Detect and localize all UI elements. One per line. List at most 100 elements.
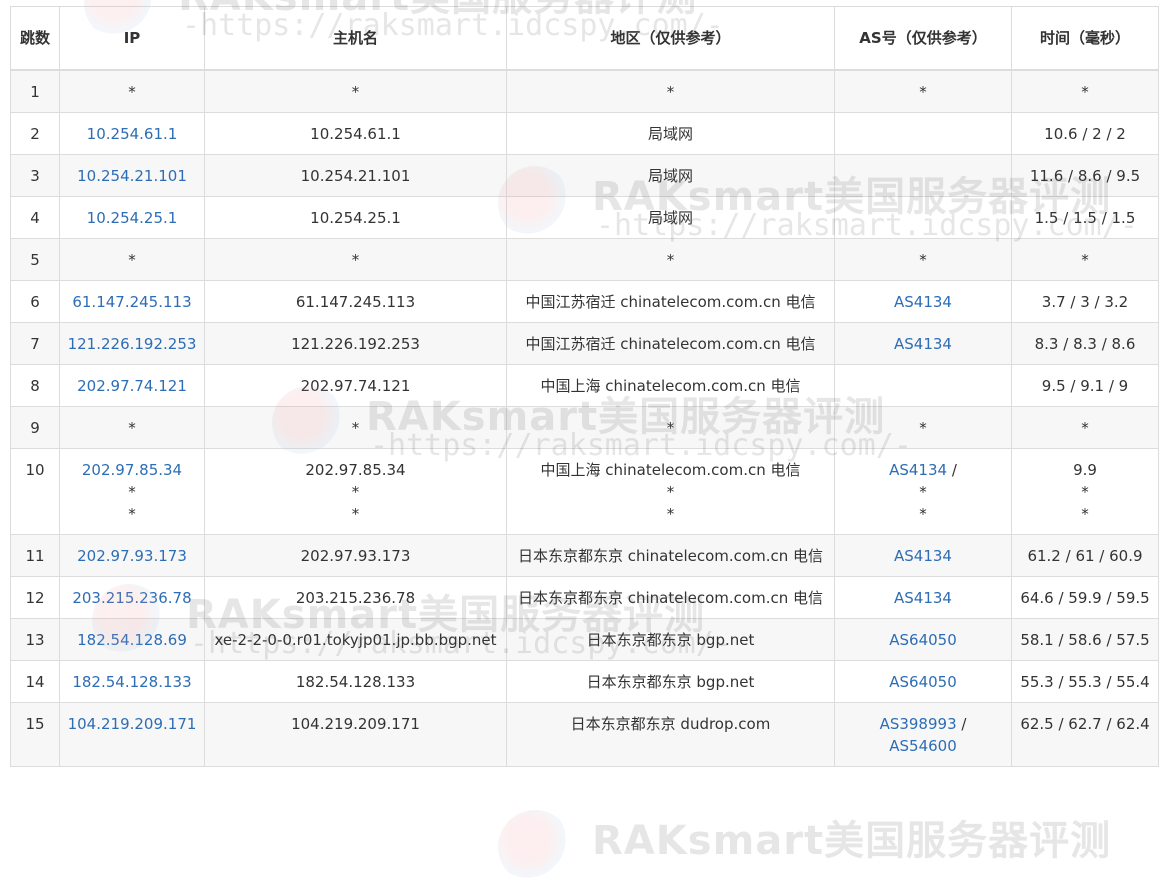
cell-time: * — [1011, 69, 1159, 113]
as-link[interactable]: AS64050 — [889, 631, 957, 649]
cell-ip: 182.54.128.133 — [59, 660, 205, 703]
ip-line: 202.97.93.173 — [66, 545, 198, 567]
cell-time: 61.2 / 61 / 60.9 — [1011, 534, 1159, 577]
cell-host: * — [204, 69, 507, 113]
as-link[interactable]: AS54600 — [889, 737, 957, 755]
ip-link[interactable]: 121.226.192.253 — [68, 335, 197, 353]
ip-line: 104.219.209.171 — [66, 713, 198, 735]
cell-ip: * — [59, 238, 205, 281]
as-link[interactable]: AS4134 — [889, 461, 947, 479]
cell-host: 202.97.93.173 — [204, 534, 507, 577]
as-link[interactable]: AS4134 — [894, 589, 952, 607]
host-text: 203.215.236.78 — [295, 589, 416, 607]
host-text: 202.97.74.121 — [300, 377, 411, 395]
as-line: AS64050 — [841, 629, 1005, 651]
cell-time: 3.7 / 3 / 3.2 — [1011, 280, 1159, 323]
time-text: 1.5 / 1.5 / 1.5 — [1034, 209, 1136, 227]
cell-hop: 9 — [10, 406, 60, 449]
table-row: 7 121.226.192.253 121.226.192.253 中国江苏宿迁 ch… — [10, 322, 1159, 365]
as-text: * — [919, 419, 927, 437]
header-time: 时间（毫秒） — [1011, 6, 1159, 71]
time-text: * — [1081, 251, 1089, 269]
table-header-row: 跳数 IP 主机名 地区（仅供参考） AS号（仅供参考） 时间（毫秒） — [10, 6, 1159, 71]
cell-ip: 202.97.74.121 — [59, 364, 205, 407]
ip-link[interactable]: 202.97.74.121 — [77, 377, 187, 395]
as-link[interactable]: AS4134 — [894, 547, 952, 565]
region-text: 中国江苏宿迁 chinatelecom.com.cn 电信 — [525, 335, 816, 353]
cell-region: * — [506, 238, 835, 281]
as-link[interactable]: AS4134 — [894, 335, 952, 353]
cell-region: 中国江苏宿迁 chinatelecom.com.cn 电信 — [506, 322, 835, 365]
host-text: * — [351, 505, 360, 523]
table-row: 6 61.147.245.113 61.147.245.113 中国江苏宿迁 chin… — [10, 280, 1159, 323]
region-text: * — [666, 483, 675, 501]
cell-hop: 12 — [10, 576, 60, 619]
as-link[interactable]: AS398993 — [880, 715, 957, 733]
ip-link[interactable]: 202.97.85.34 — [82, 461, 182, 479]
ip-link[interactable]: 104.219.209.171 — [68, 715, 197, 733]
ip-text: * — [128, 483, 136, 501]
as-link[interactable]: AS4134 — [894, 293, 952, 311]
as-line: AS4134 — [841, 545, 1005, 567]
cell-as: AS4134 / * * — [834, 448, 1012, 535]
cell-time: * — [1011, 406, 1159, 449]
cell-ip: 10.254.61.1 — [59, 112, 205, 155]
table-row: 8 202.97.74.121 202.97.74.121 中国上海 chinatel… — [10, 364, 1159, 407]
cell-region: 日本东京都东京 chinatelecom.com.cn 电信 — [506, 576, 835, 619]
cell-time: 10.6 / 2 / 2 — [1011, 112, 1159, 155]
time-text: 9.9 — [1073, 461, 1097, 479]
cell-region: 日本东京都东京 chinatelecom.com.cn 电信 — [506, 534, 835, 577]
as-line: AS4134 — [841, 333, 1005, 355]
ip-link[interactable]: 10.254.25.1 — [87, 209, 178, 227]
ip-link[interactable]: 203.215.236.78 — [72, 589, 191, 607]
ip-link[interactable]: 10.254.61.1 — [87, 125, 178, 143]
as-link[interactable]: AS64050 — [889, 673, 957, 691]
cell-time: 11.6 / 8.6 / 9.5 — [1011, 154, 1159, 197]
ip-link[interactable]: 182.54.128.69 — [77, 631, 187, 649]
header-hop: 跳数 — [10, 6, 60, 71]
ip-line: 10.254.21.101 — [66, 165, 198, 187]
ip-line: 182.54.128.69 — [66, 629, 198, 651]
ip-link[interactable]: 202.97.93.173 — [77, 547, 187, 565]
cell-ip: 104.219.209.171 — [59, 702, 205, 767]
as-text: * — [919, 505, 927, 523]
ip-line: 121.226.192.253 — [66, 333, 198, 355]
cell-region: 日本东京都东京 bgp.net — [506, 660, 835, 703]
region-text: 局域网 — [647, 209, 693, 227]
region-text: 局域网 — [647, 125, 693, 143]
watermark-title: RAKsmart美国服务器评测 — [592, 818, 1112, 864]
time-text: 3.7 / 3 / 3.2 — [1041, 293, 1129, 311]
cell-as: AS4134 — [834, 576, 1012, 619]
ip-link[interactable]: 10.254.21.101 — [77, 167, 187, 185]
cell-ip: 202.97.93.173 — [59, 534, 205, 577]
table-row: 9 * * * * * — [10, 406, 1159, 449]
ip-line: 61.147.245.113 — [66, 291, 198, 313]
table-row: 5 * * * * * — [10, 238, 1159, 281]
cell-time: 9.9 * * — [1011, 448, 1159, 535]
host-text: 202.97.93.173 — [300, 547, 411, 565]
cell-host: 10.254.21.101 — [204, 154, 507, 197]
cell-time: 9.5 / 9.1 / 9 — [1011, 364, 1159, 407]
ip-line: 10.254.61.1 — [66, 123, 198, 145]
table-row: 10 202.97.85.34 * * 202.97.85.34 * * 中国上海 china… — [10, 448, 1159, 535]
host-text: 202.97.85.34 — [305, 461, 406, 479]
cell-ip: 121.226.192.253 — [59, 322, 205, 365]
region-text: 日本东京都东京 dudrop.com — [570, 715, 771, 733]
cell-hop: 1 — [10, 69, 60, 113]
time-text: * — [1081, 505, 1089, 523]
header-ip: IP — [59, 6, 205, 71]
header-region: 地区（仅供参考） — [506, 6, 835, 71]
cell-hop: 13 — [10, 618, 60, 661]
time-text: 8.3 / 8.3 / 8.6 — [1034, 335, 1136, 353]
cell-ip: 203.215.236.78 — [59, 576, 205, 619]
ip-link[interactable]: 182.54.128.133 — [72, 673, 191, 691]
cell-time: 8.3 / 8.3 / 8.6 — [1011, 322, 1159, 365]
ip-link[interactable]: 61.147.245.113 — [72, 293, 191, 311]
as-text: * — [919, 83, 927, 101]
table-row: 11 202.97.93.173 202.97.93.173 日本东京都东京 chin… — [10, 534, 1159, 577]
cell-as: * — [834, 238, 1012, 281]
cell-region: 中国江苏宿迁 chinatelecom.com.cn 电信 — [506, 280, 835, 323]
cell-region: 中国上海 chinatelecom.com.cn 电信 — [506, 364, 835, 407]
ip-text: * — [128, 419, 136, 437]
as-text: * — [919, 483, 927, 501]
